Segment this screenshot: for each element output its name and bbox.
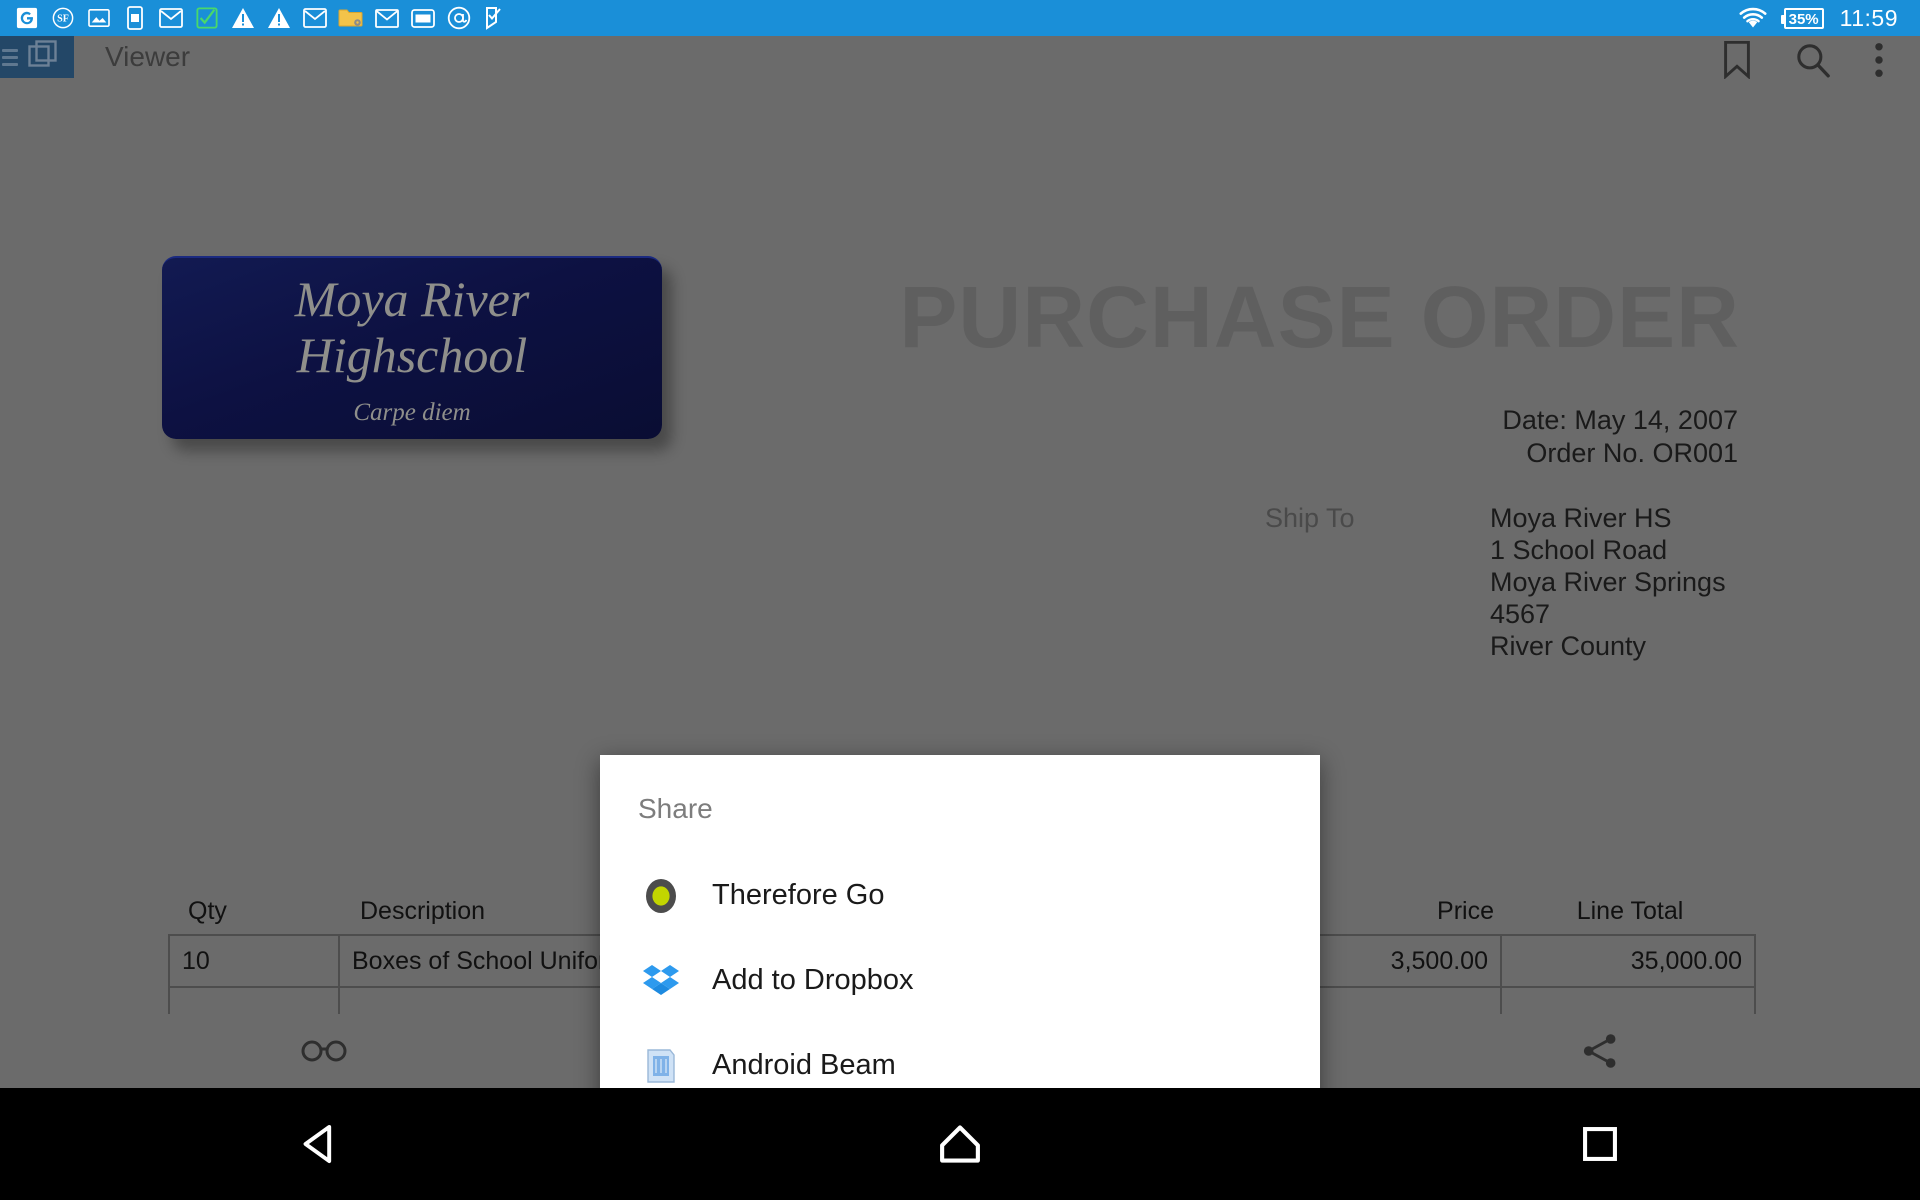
share-item-label: Therefore Go [712,879,885,911]
image-icon [84,4,114,32]
android-beam-icon [638,1043,684,1089]
warning-triangle-icon-2 [264,4,294,32]
therefore-go-icon [638,873,684,919]
svg-text:SF: SF [57,14,69,25]
share-dialog-title: Share [638,793,713,824]
share-dialog: Share Therefore Go Add to Dropbox Androi… [600,755,1320,1124]
mail-envelope-icon [372,4,402,32]
status-bar: SF 35% 11:59 [0,0,1920,36]
home-icon[interactable] [880,1088,1040,1200]
folder-settings-icon [336,4,366,32]
status-system-icons: 35% 11:59 [1738,4,1920,32]
status-notification-icons: SF [0,4,1738,32]
checkbox-green-icon [192,4,222,32]
share-item-add-to-dropbox[interactable]: Add to Dropbox [600,938,1320,1023]
share-item-label: Add to Dropbox [712,964,914,996]
phone-link-icon [120,4,150,32]
at-sign-icon [444,4,474,32]
recents-square-icon[interactable] [1520,1088,1680,1200]
wifi-icon [1738,4,1768,32]
share-item-label: Android Beam [712,1049,896,1081]
android-screen: SF 35% 11:59 Viewer Moya River Highschoo… [0,0,1920,1200]
sf-circle-icon: SF [48,4,78,32]
share-target-list: Therefore Go Add to Dropbox Android Beam [600,853,1320,1124]
dropbox-icon [638,958,684,1004]
battery-indicator: 35% [1780,7,1824,29]
android-nav-bar [0,1088,1920,1200]
check-flag-icon [480,4,510,32]
back-triangle-icon[interactable] [240,1088,400,1200]
status-clock: 11:59 [1839,4,1898,31]
warning-triangle-icon [228,4,258,32]
gmail-icon [156,4,186,32]
gmail-icon-2 [300,4,330,32]
share-item-therefore-go[interactable]: Therefore Go [600,853,1320,938]
google-icon [12,4,42,32]
mail-open-icon [408,4,438,32]
